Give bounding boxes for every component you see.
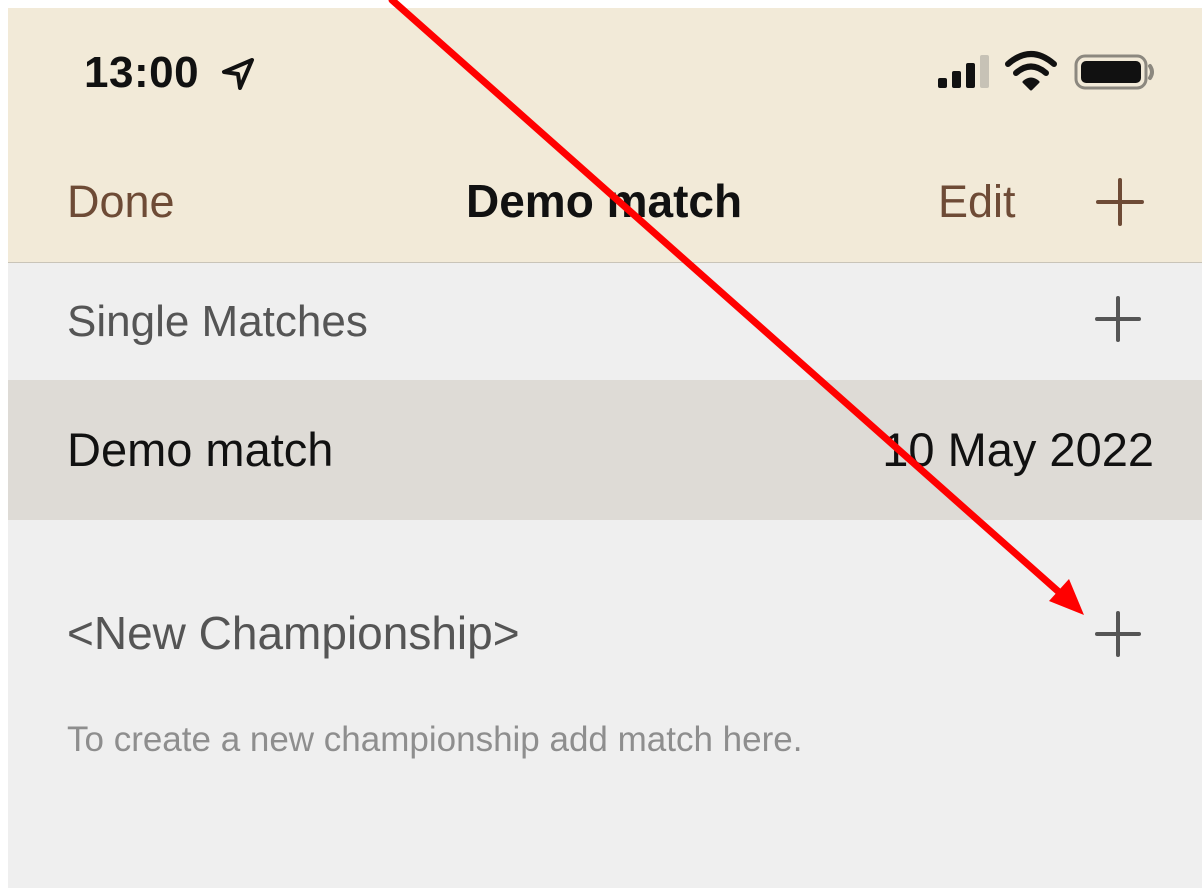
- location-arrow-icon: [222, 58, 254, 90]
- plus-icon: [1096, 178, 1144, 226]
- add-button[interactable]: [1094, 176, 1146, 228]
- edit-button[interactable]: Edit: [938, 176, 1016, 228]
- status-time: 13:00: [84, 48, 200, 97]
- battery-icon: [1074, 54, 1154, 90]
- wifi-icon: [1005, 51, 1057, 91]
- page-title: Demo match: [466, 175, 743, 227]
- done-button[interactable]: Done: [67, 176, 175, 228]
- cellular-signal-icon: [938, 55, 989, 88]
- plus-icon: [1095, 611, 1141, 657]
- match-name: Demo match: [67, 423, 334, 476]
- new-championship-label: <New Championship>: [67, 607, 520, 659]
- match-date: 10 May 2022: [882, 423, 1154, 476]
- add-championship-match-button[interactable]: [1094, 610, 1142, 658]
- championship-hint: To create a new championship add match h…: [67, 720, 803, 759]
- navigation-header: 13:00 Done Demo match Edit: [8, 8, 1202, 263]
- section-title: Single Matches: [67, 297, 368, 346]
- plus-icon: [1095, 296, 1141, 342]
- app-screen: 13:00 Done Demo match Edit Single Matche…: [8, 8, 1202, 888]
- new-championship-section: <New Championship> To create a new champ…: [8, 520, 1202, 888]
- single-matches-header: Single Matches: [8, 263, 1202, 380]
- match-row[interactable]: Demo match 10 May 2022: [8, 380, 1202, 520]
- add-single-match-button[interactable]: [1094, 295, 1142, 343]
